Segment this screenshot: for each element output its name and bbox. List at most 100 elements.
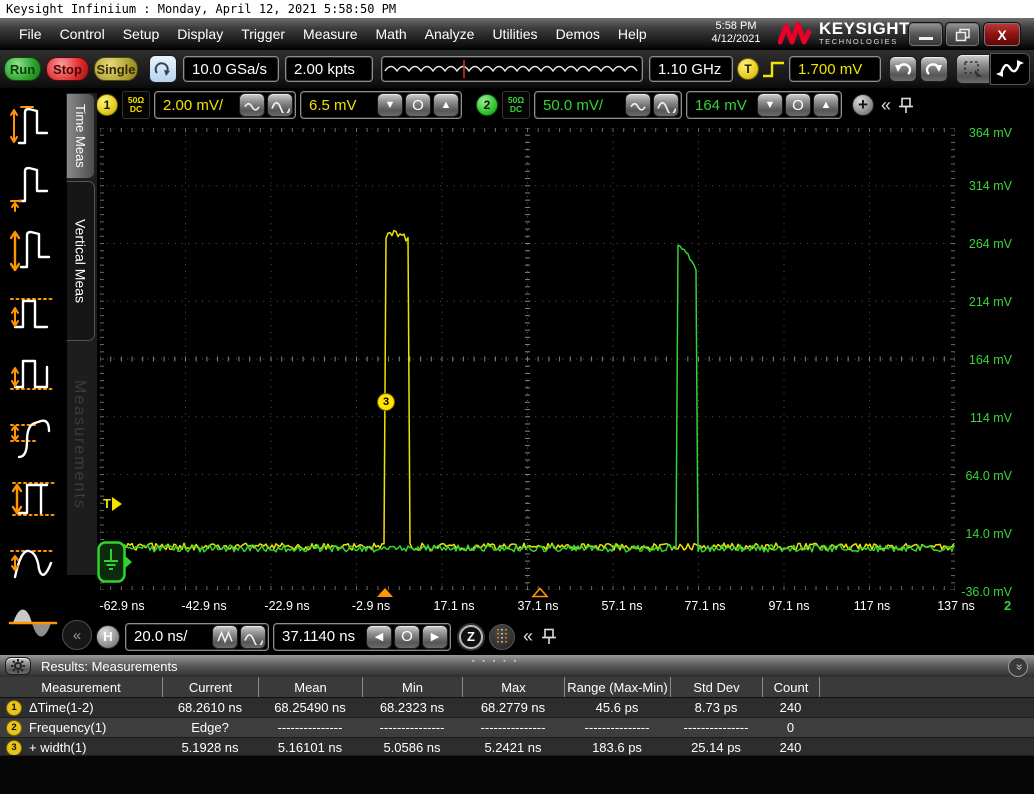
- minimize-icon: [919, 37, 933, 40]
- region-select-icon: [962, 59, 984, 79]
- position-left-button[interactable]: ◀: [366, 625, 392, 649]
- maximize-button[interactable]: [945, 22, 980, 47]
- scope-display[interactable]: 3: [100, 128, 955, 590]
- channel2-scale-increase-button[interactable]: [653, 93, 679, 117]
- menu-trigger[interactable]: Trigger: [232, 26, 294, 42]
- panel-collapse-button[interactable]: «: [62, 620, 92, 650]
- meas-icon-v-base[interactable]: [4, 158, 62, 216]
- results-settings-button[interactable]: [5, 657, 31, 675]
- redo-button[interactable]: [920, 56, 948, 82]
- run-button[interactable]: Run: [4, 57, 41, 81]
- pin-icon[interactable]: [541, 628, 556, 645]
- acquisition-waveform-strip[interactable]: [381, 56, 643, 82]
- touch-button[interactable]: [149, 55, 177, 83]
- minimize-button[interactable]: [908, 22, 943, 47]
- channel1-coupling[interactable]: 50Ω DC: [122, 91, 150, 119]
- channel2-ground-marker[interactable]: [97, 541, 133, 588]
- channel2-button[interactable]: 2: [476, 94, 498, 116]
- zoom-region-button[interactable]: [956, 54, 990, 84]
- close-button[interactable]: X: [983, 22, 1021, 47]
- undo-button[interactable]: [889, 56, 917, 82]
- table-row[interactable]: 1ΔTime(1-2) 68.2610 ns 68.25490 ns 68.23…: [0, 698, 1034, 718]
- sample-rate-display[interactable]: 10.0 GSa/s: [183, 56, 279, 82]
- menu-file[interactable]: File: [10, 26, 51, 42]
- channel2-scale[interactable]: 50.0 mV/: [543, 97, 623, 114]
- menu-measure[interactable]: Measure: [294, 26, 366, 42]
- trigger-level-display[interactable]: 1.700 mV: [789, 56, 881, 82]
- window-title: Keysight Infiniium : Monday, April 12, 2…: [0, 0, 1034, 18]
- measurement-marker-3[interactable]: 3: [377, 393, 395, 411]
- stop-button[interactable]: Stop: [46, 57, 89, 81]
- channel2-coupling[interactable]: 50Ω DC: [502, 91, 530, 119]
- bandwidth-display[interactable]: 1.10 GHz: [649, 56, 733, 82]
- time-reference-marker-icon[interactable]: [531, 587, 549, 598]
- measurement-number-badge: 1: [6, 700, 22, 716]
- trigger-button[interactable]: T: [737, 58, 759, 80]
- trigger-level-marker[interactable]: T: [103, 496, 122, 511]
- horizontal-zoom-in-button[interactable]: [212, 625, 238, 649]
- curved-arrow-icon: [154, 61, 172, 77]
- single-button[interactable]: Single: [94, 57, 138, 81]
- col-min: Min: [362, 677, 462, 697]
- horizontal-button[interactable]: H: [96, 625, 120, 649]
- chevron-down-icon: «: [1012, 664, 1024, 671]
- channel-bar-collapse-button[interactable]: «: [881, 95, 891, 116]
- channel2-offset-zero-button[interactable]: O: [785, 93, 811, 117]
- horizontal-position[interactable]: 37.1140 ns: [282, 628, 364, 645]
- channel1-button[interactable]: 1: [96, 94, 118, 116]
- meas-icon-v-amplitude[interactable]: [4, 220, 62, 278]
- meas-icon-v-top[interactable]: [4, 96, 62, 154]
- hbar-collapse-button[interactable]: «: [523, 626, 533, 647]
- channel1-scale[interactable]: 2.00 mV/: [163, 97, 237, 114]
- measurements-sidebar: Time Meas Vertical Meas Measurements: [0, 88, 96, 655]
- position-right-button[interactable]: ▶: [422, 625, 448, 649]
- col-measurement: Measurement: [0, 677, 162, 697]
- x-tick-label: -2.9 ns: [329, 599, 413, 613]
- results-collapse-button[interactable]: «: [1008, 657, 1028, 677]
- memory-depth-display[interactable]: 2.00 kpts: [285, 56, 373, 82]
- channel1-scale-control: 2.00 mV/: [154, 91, 296, 119]
- meas-icon-v-min[interactable]: [4, 346, 62, 404]
- tab-vertical-meas[interactable]: Vertical Meas: [66, 181, 95, 341]
- menu-demos[interactable]: Demos: [547, 26, 609, 42]
- trigger-edge-icon[interactable]: [761, 58, 787, 80]
- channel1-scale-increase-button[interactable]: [267, 93, 293, 117]
- waveforms: [100, 128, 955, 590]
- clock: 5:58 PM 4/12/2021: [700, 20, 772, 46]
- menu-setup[interactable]: Setup: [114, 26, 169, 42]
- trigger-time-marker-icon[interactable]: [377, 588, 393, 597]
- channel1-scale-decrease-button[interactable]: [239, 93, 265, 117]
- menu-utilities[interactable]: Utilities: [483, 26, 546, 42]
- channel2-offset[interactable]: 164 mV: [695, 97, 755, 114]
- horizontal-zoom-out-button[interactable]: [240, 625, 266, 649]
- zoom-mode-button[interactable]: Z: [459, 625, 483, 649]
- channel1-offset-down-button[interactable]: ▼: [377, 93, 403, 117]
- channel1-offset[interactable]: 6.5 mV: [309, 97, 375, 114]
- panel-drag-handle[interactable]: ▪ ▪ ▪ ▪ ▪: [472, 658, 519, 665]
- horizontal-scale[interactable]: 20.0 ns/: [134, 628, 210, 645]
- channel2-scale-decrease-button[interactable]: [625, 93, 651, 117]
- meas-icon-v-pp[interactable]: [4, 470, 62, 528]
- pin-icon[interactable]: [898, 97, 913, 114]
- add-channel-button[interactable]: +: [852, 94, 874, 116]
- meas-icon-v-max[interactable]: [4, 284, 62, 342]
- channel1-offset-up-button[interactable]: ▲: [433, 93, 459, 117]
- horizontal-bar: H 20.0 ns/ 37.1140 ns ◀ O ▶ Z «: [96, 621, 736, 652]
- channel2-offset-up-button[interactable]: ▲: [813, 93, 839, 117]
- pan-waveform-button[interactable]: [990, 53, 1030, 85]
- menu-help[interactable]: Help: [609, 26, 656, 42]
- channel2-offset-down-button[interactable]: ▼: [757, 93, 783, 117]
- meas-icon-v-upper[interactable]: [4, 408, 62, 466]
- menu-display[interactable]: Display: [168, 26, 232, 42]
- markers-button[interactable]: [489, 624, 515, 650]
- col-stddev: Std Dev: [670, 677, 762, 697]
- position-zero-button[interactable]: O: [394, 625, 420, 649]
- channel1-offset-zero-button[interactable]: O: [405, 93, 431, 117]
- meas-icon-sine-amplitude[interactable]: [4, 532, 62, 590]
- tab-time-meas[interactable]: Time Meas: [66, 93, 95, 179]
- menu-analyze[interactable]: Analyze: [416, 26, 484, 42]
- table-row[interactable]: 2Frequency(1) Edge? --------------- ----…: [0, 718, 1034, 738]
- menu-math[interactable]: Math: [367, 26, 416, 42]
- col-range: Range (Max-Min): [564, 677, 670, 697]
- menu-control[interactable]: Control: [51, 26, 114, 42]
